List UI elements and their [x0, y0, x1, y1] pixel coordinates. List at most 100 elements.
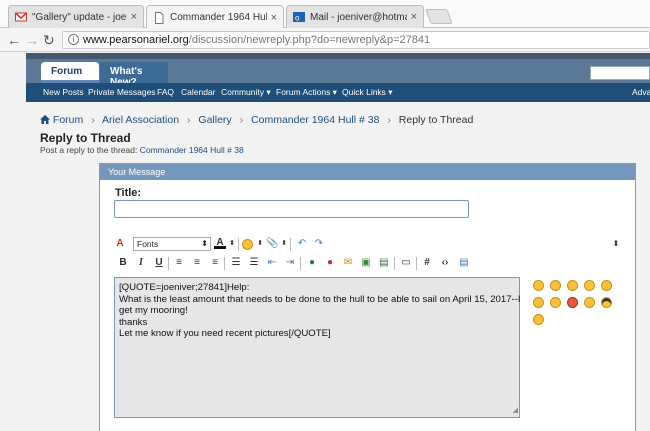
browser-tab-mail[interactable]: o Mail - joeniver@hotmail ×	[286, 5, 424, 28]
quote-icon[interactable]: ▭	[400, 257, 412, 269]
cool-smile-icon[interactable]	[601, 297, 612, 308]
tab-whats-new[interactable]: What's New?	[100, 62, 168, 88]
outlook-icon: o	[293, 11, 305, 23]
smile-icon[interactable]	[584, 280, 595, 291]
undo-icon[interactable]: ↶	[296, 238, 308, 250]
subnav-community[interactable]: Community ▾	[221, 87, 271, 98]
tab-title: Mail - joeniver@hotmail	[310, 11, 407, 23]
resize-handle-icon[interactable]: ◢	[513, 405, 518, 417]
indent-icon[interactable]: ⇥	[284, 257, 296, 269]
subnav-new-posts[interactable]: New Posts	[43, 87, 84, 97]
image-icon[interactable]: ▣	[360, 257, 372, 269]
title-label: Title:	[115, 187, 142, 199]
close-tab-icon[interactable]: ×	[131, 11, 137, 23]
bold-icon[interactable]: B	[117, 257, 129, 269]
wink-smile-icon[interactable]	[533, 314, 544, 325]
toolbar-divider	[238, 238, 239, 251]
breadcrumb: Forum › Ariel Association › Gallery › Co…	[40, 114, 473, 126]
html-icon[interactable]: ▤	[458, 257, 470, 269]
breadcrumb-gallery[interactable]: Gallery	[198, 114, 231, 126]
forum-search-input[interactable]	[590, 66, 650, 80]
smile-icon[interactable]	[550, 280, 561, 291]
code-icon[interactable]: ‹›	[439, 257, 451, 269]
attachment-icon[interactable]: 📎	[266, 238, 278, 250]
confused-smile-icon[interactable]	[533, 297, 544, 308]
breadcrumb-separator-icon: ›	[91, 114, 95, 126]
hashtag-icon[interactable]: #	[421, 257, 433, 269]
title-input[interactable]	[114, 200, 469, 218]
redo-icon[interactable]: ↷	[313, 238, 325, 250]
remove-format-icon[interactable]: A	[114, 238, 126, 250]
tab-forum[interactable]: Forum	[41, 62, 99, 83]
smile-icon[interactable]	[533, 280, 544, 291]
browser-tab-commander[interactable]: Commander 1964 Hull # ×	[146, 5, 284, 29]
tab-title: "Gallery" update - joenive	[32, 11, 127, 23]
url-path: /discussion/newreply.php?do=newreply&p=2…	[188, 34, 431, 46]
ordered-list-icon[interactable]: ☰	[230, 257, 242, 269]
gmail-icon	[14, 11, 28, 23]
editor-line: [QUOTE=joeniver;27841]Help:	[119, 282, 250, 293]
forward-arrow-icon[interactable]: →	[25, 32, 39, 48]
url-input[interactable]: i www.pearsonariel.org/discussion/newrep…	[62, 31, 650, 49]
smile-icon[interactable]	[601, 280, 612, 291]
toolbar-divider	[300, 257, 301, 270]
email-icon[interactable]: ✉	[342, 257, 354, 269]
italic-icon[interactable]: I	[135, 257, 147, 269]
video-icon[interactable]: ▤	[378, 257, 390, 269]
subnav-advanced[interactable]: Adva	[632, 87, 650, 97]
breadcrumb-thread[interactable]: Commander 1964 Hull # 38	[251, 114, 379, 126]
page-icon	[153, 11, 165, 24]
home-icon[interactable]	[40, 114, 53, 126]
close-tab-icon[interactable]: ×	[411, 11, 417, 23]
subnav-calendar[interactable]: Calendar	[181, 87, 216, 97]
font-color-icon[interactable]: A	[214, 237, 226, 249]
editor-line: What is the least amount that needs to b…	[119, 293, 521, 305]
thread-link[interactable]: Commander 1964 Hull # 38	[140, 145, 244, 155]
smilies-icon[interactable]	[242, 239, 253, 250]
chevron-down-icon[interactable]: ⬍	[278, 238, 290, 250]
link-icon[interactable]: ●	[306, 257, 318, 269]
outdent-icon[interactable]: ⇤	[266, 257, 278, 269]
subnav-faq[interactable]: FAQ	[157, 87, 174, 97]
toolbar-divider	[290, 238, 291, 251]
close-tab-icon[interactable]: ×	[271, 12, 277, 24]
toolbar-divider	[224, 257, 225, 270]
unlink-icon[interactable]: ●	[324, 257, 336, 269]
message-editor[interactable]: [QUOTE=joeniver;27841]Help: What is the …	[114, 277, 521, 418]
reload-icon[interactable]: ↻	[43, 32, 55, 48]
breadcrumb-ariel-association[interactable]: Ariel Association	[102, 114, 179, 126]
address-bar: ← → ↻ i www.pearsonariel.org/discussion/…	[0, 28, 650, 52]
info-icon[interactable]: i	[68, 34, 79, 45]
back-arrow-icon[interactable]: ←	[7, 32, 21, 48]
smile-icon[interactable]	[584, 297, 595, 308]
page-subtitle: Post a reply to the thread: Commander 19…	[40, 145, 244, 155]
toggle-toolbar-icon[interactable]: ⬍	[610, 238, 622, 250]
subnav-private-messages[interactable]: Private Messages	[88, 87, 156, 97]
unordered-list-icon[interactable]: ☰	[248, 257, 260, 269]
align-left-icon[interactable]: ≡	[173, 257, 185, 269]
browser-tab-gmail[interactable]: "Gallery" update - joenive ×	[8, 5, 144, 28]
new-tab-button[interactable]	[425, 9, 453, 24]
breadcrumb-forum[interactable]: Forum	[53, 114, 83, 126]
underline-icon[interactable]: U	[153, 257, 165, 269]
toolbar-divider	[416, 257, 417, 270]
editor-line: thanks	[119, 316, 148, 328]
align-right-icon[interactable]: ≡	[209, 257, 221, 269]
editor-line: get my mooring!	[119, 305, 188, 316]
angry-smile-icon[interactable]	[567, 297, 578, 308]
chevron-down-icon[interactable]: ⬍	[254, 238, 266, 250]
tab-title: Commander 1964 Hull #	[170, 12, 267, 23]
breadcrumb-current: Reply to Thread	[398, 114, 474, 126]
font-select[interactable]: Fonts ⬍	[133, 237, 211, 251]
breadcrumb-separator-icon: ›	[187, 114, 191, 126]
editor-line: Let me know if you need recent pictures[…	[119, 328, 331, 339]
smile-icon[interactable]	[550, 297, 561, 308]
smile-icon[interactable]	[567, 280, 578, 291]
url-domain: www.pearsonariel.org	[83, 34, 189, 46]
align-center-icon[interactable]: ≡	[191, 257, 203, 269]
chevron-down-icon[interactable]: ⬍	[226, 238, 238, 250]
subnav-forum-actions[interactable]: Forum Actions ▾	[276, 87, 337, 98]
breadcrumb-separator-icon: ›	[239, 114, 244, 126]
subnav-quick-links[interactable]: Quick Links ▾	[342, 87, 393, 98]
panel-header: Your Message	[100, 164, 635, 180]
